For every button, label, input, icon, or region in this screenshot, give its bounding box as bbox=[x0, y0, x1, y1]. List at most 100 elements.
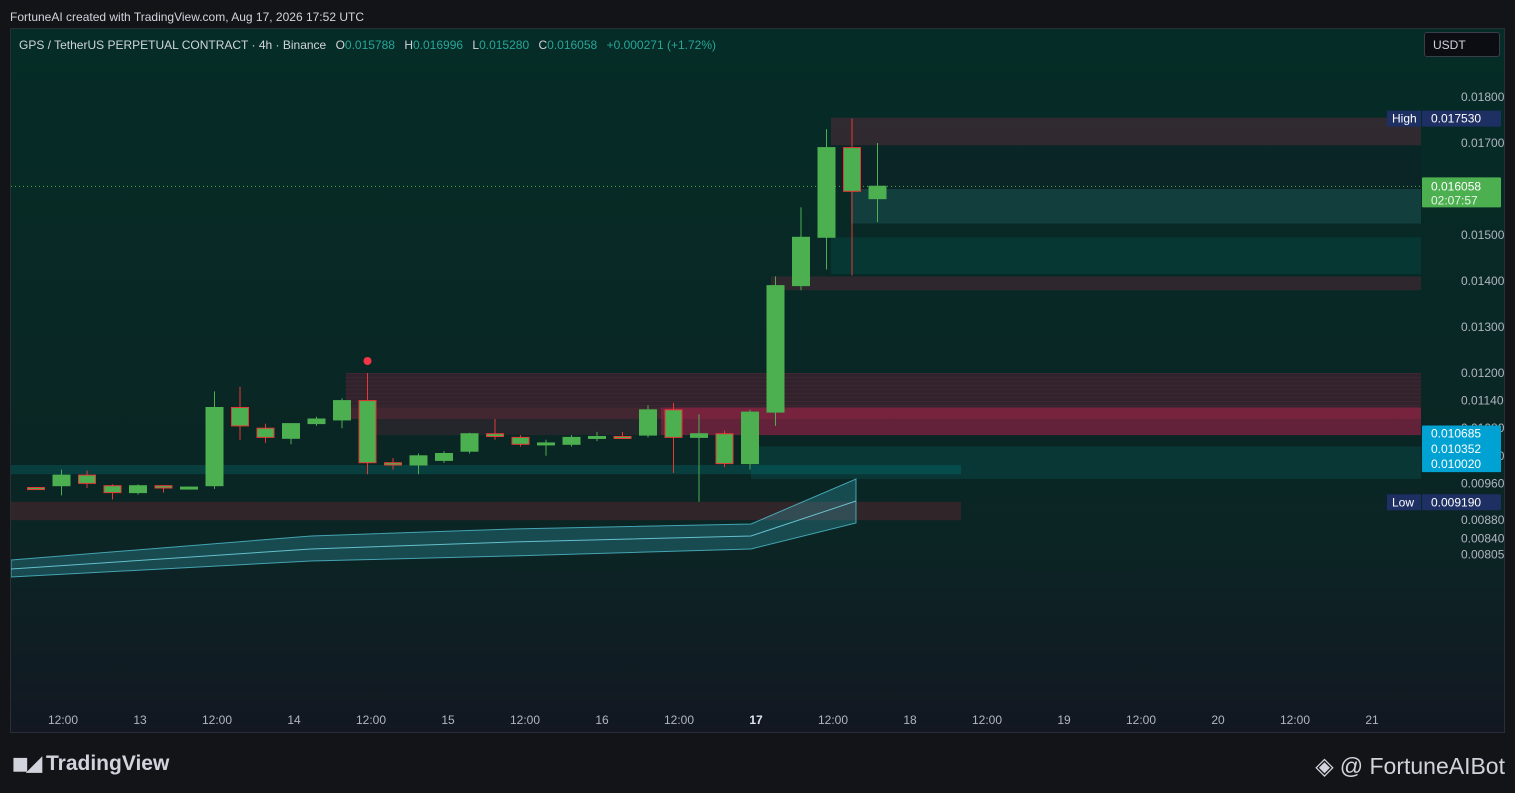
candle-body-1 bbox=[52, 474, 71, 487]
x-tick-0: 12:00 bbox=[48, 713, 78, 727]
price-chart[interactable]: 0.018000 0.017000 0.015000 0.014000 0.013000… bbox=[11, 29, 1505, 733]
candle-body-33 bbox=[868, 185, 887, 200]
open-label: O bbox=[335, 38, 345, 52]
price-tag-label-5: Low bbox=[1392, 495, 1414, 509]
price-tag-value-3: 0.010352 bbox=[1431, 442, 1481, 456]
price-tag-value-4: 0.010020 bbox=[1431, 457, 1481, 471]
open-value: 0.015788 bbox=[344, 38, 395, 52]
price-tag-label-0: High bbox=[1392, 112, 1417, 126]
candle-body-20 bbox=[537, 442, 555, 446]
candle-body-32 bbox=[843, 147, 861, 192]
candle-body-3 bbox=[103, 485, 122, 494]
x-tick-5: 15 bbox=[441, 713, 455, 727]
candle-body-18 bbox=[486, 433, 504, 437]
candle-body-10 bbox=[282, 423, 300, 439]
candle-body-22 bbox=[588, 435, 606, 439]
x-tick-8: 12:00 bbox=[664, 713, 694, 727]
candle-body-15 bbox=[409, 455, 428, 466]
x-tick-6: 12:00 bbox=[510, 713, 540, 727]
x-tick-1: 13 bbox=[133, 713, 147, 727]
x-tick-7: 16 bbox=[595, 713, 609, 727]
zone-8 bbox=[361, 419, 1421, 436]
candle-body-31 bbox=[817, 147, 836, 238]
chart-pane[interactable]: 0.018000 0.017000 0.015000 0.014000 0.013000… bbox=[10, 28, 1505, 733]
price-tag-value-1: 0.016058 bbox=[1431, 179, 1481, 193]
x-tick-2: 12:00 bbox=[202, 713, 232, 727]
candle-body-7 bbox=[205, 407, 224, 487]
candle-body-28 bbox=[741, 411, 759, 465]
y-tick-12: 0.008050 bbox=[1461, 548, 1505, 562]
x-tick-10: 12:00 bbox=[818, 713, 848, 727]
y-tick-1: 0.017000 bbox=[1461, 136, 1505, 150]
candle-body-19 bbox=[511, 436, 530, 445]
candle-body-4 bbox=[129, 485, 147, 494]
candle-body-13 bbox=[358, 400, 377, 464]
y-tick-2: 0.015000 bbox=[1461, 228, 1505, 242]
author-handle: ◈ @ FortuneAIBot bbox=[1315, 752, 1505, 781]
candle-body-24 bbox=[639, 409, 657, 436]
ohlc-legend: GPS / TetherUS PERPETUAL CONTRACT · 4h ·… bbox=[19, 38, 716, 52]
x-tick-3: 14 bbox=[287, 713, 301, 727]
candle-body-0 bbox=[27, 487, 45, 491]
candle-body-27 bbox=[715, 433, 734, 465]
price-tag-value-0: 0.017530 bbox=[1431, 112, 1481, 126]
candle-body-11 bbox=[307, 418, 326, 425]
candle-body-25 bbox=[664, 409, 683, 438]
y-tick-9: 0.009600 bbox=[1461, 476, 1505, 490]
zone-4 bbox=[771, 276, 1421, 291]
candle-body-26 bbox=[690, 433, 708, 438]
y-tick-6: 0.011400 bbox=[1461, 394, 1505, 408]
candle-body-16 bbox=[435, 453, 453, 461]
zone-2 bbox=[851, 189, 1421, 224]
price-tag-value-2: 0.010685 bbox=[1431, 426, 1481, 440]
low-value: 0.015280 bbox=[479, 38, 530, 52]
candle-body-8 bbox=[231, 407, 249, 427]
change-value: +0.000271 (+1.72%) bbox=[606, 38, 716, 52]
candle-body-29 bbox=[766, 285, 785, 413]
y-tick-10: 0.008800 bbox=[1461, 513, 1505, 527]
zone-5 bbox=[346, 373, 1421, 408]
x-tick-13: 19 bbox=[1057, 713, 1071, 727]
close-value: 0.016058 bbox=[547, 38, 598, 52]
zone-0 bbox=[831, 117, 1421, 146]
x-tick-14: 12:00 bbox=[1126, 713, 1156, 727]
x-tick-9: 17 bbox=[749, 713, 763, 727]
tradingview-logo-icon: ◼◢ bbox=[12, 753, 42, 775]
y-tick-0: 0.018000 bbox=[1461, 90, 1505, 104]
symbol-title: GPS / TetherUS PERPETUAL CONTRACT · 4h ·… bbox=[19, 38, 327, 52]
y-tick-4: 0.013000 bbox=[1461, 320, 1505, 334]
candle-body-6 bbox=[180, 486, 198, 490]
candle-body-21 bbox=[562, 436, 581, 445]
currency-unit-button[interactable]: USDT bbox=[1424, 32, 1500, 57]
x-tick-17: 21 bbox=[1365, 713, 1379, 727]
x-tick-11: 18 bbox=[903, 713, 917, 727]
high-label: H bbox=[404, 38, 413, 52]
author-handle-text: @ FortuneAIBot bbox=[1339, 753, 1505, 779]
x-tick-15: 20 bbox=[1211, 713, 1225, 727]
x-tick-16: 12:00 bbox=[1280, 713, 1310, 727]
y-tick-3: 0.014000 bbox=[1461, 274, 1505, 288]
zone-1 bbox=[831, 145, 1421, 189]
y-tick-5: 0.012000 bbox=[1461, 366, 1505, 380]
candle-body-12 bbox=[333, 400, 351, 421]
candle-body-14 bbox=[384, 462, 402, 466]
price-tag-countdown-1: 02:07:57 bbox=[1431, 193, 1478, 207]
x-tick-4: 12:00 bbox=[356, 713, 386, 727]
chart-credit: FortuneAI created with TradingView.com, … bbox=[10, 10, 364, 24]
x-tick-12: 12:00 bbox=[972, 713, 1002, 727]
candle-body-5 bbox=[154, 485, 173, 489]
y-tick-11: 0.008400 bbox=[1461, 532, 1505, 546]
high-value: 0.016996 bbox=[412, 38, 464, 52]
close-label: C bbox=[538, 38, 548, 52]
signal-dot bbox=[363, 357, 372, 365]
tradingview-logo: ◼◢ TradingView bbox=[12, 751, 169, 776]
candle-body-2 bbox=[78, 474, 96, 484]
candle-body-9 bbox=[256, 427, 275, 438]
candle-body-17 bbox=[460, 433, 479, 452]
binance-icon: ◈ bbox=[1315, 753, 1334, 780]
zone-3 bbox=[831, 237, 1421, 275]
tradingview-wordmark: TradingView bbox=[45, 751, 170, 775]
candle-body-30 bbox=[792, 236, 810, 287]
price-tag-value-5: 0.009190 bbox=[1431, 495, 1481, 509]
zone-10 bbox=[751, 446, 1421, 479]
